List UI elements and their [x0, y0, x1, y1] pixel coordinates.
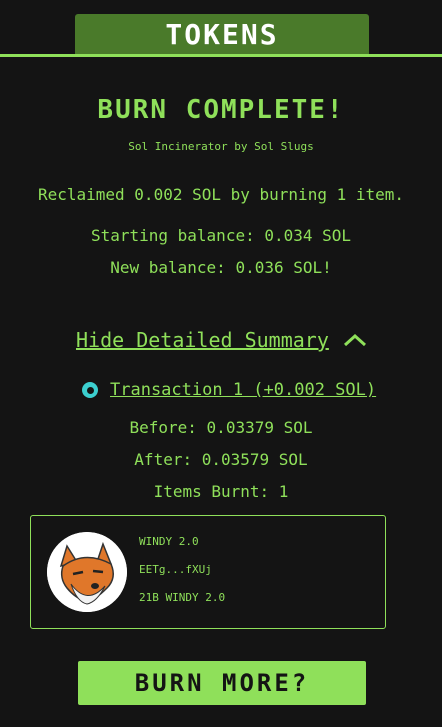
token-avatar	[47, 532, 127, 612]
page-title: BURN COMPLETE!	[97, 95, 345, 125]
before-balance: Before: 0.03379 SOL	[129, 418, 313, 437]
burn-more-label: BURN MORE?	[134, 669, 310, 697]
hide-summary-label: Hide Detailed Summary	[76, 328, 329, 352]
burn-more-button[interactable]: BURN MORE?	[78, 661, 366, 705]
after-balance: After: 0.03579 SOL	[134, 450, 308, 469]
starting-balance: Starting balance: 0.034 SOL	[90, 226, 352, 245]
tab-tokens-label: TOKENS	[165, 17, 279, 51]
fox-icon	[47, 532, 127, 612]
tab-tokens[interactable]: TOKENS	[75, 14, 369, 54]
transaction-link[interactable]: Transaction 1 (+0.002 SOL)	[110, 380, 376, 400]
transaction-row: Transaction 1 (+0.002 SOL)	[82, 380, 376, 400]
token-amount: 21B WINDY 2.0	[139, 591, 226, 604]
new-balance: New balance: 0.036 SOL!	[110, 258, 332, 277]
transaction-status-icon	[82, 382, 98, 398]
token-address: EETg...fXUj	[139, 563, 212, 576]
page-subtitle: Sol Incinerator by Sol Slugs	[128, 140, 314, 153]
items-burnt: Items Burnt: 1	[153, 482, 289, 501]
reclaimed-text: Reclaimed 0.002 SOL by burning 1 item.	[37, 185, 405, 204]
hide-summary-toggle[interactable]: Hide Detailed Summary	[76, 328, 367, 352]
header-divider	[0, 54, 442, 57]
token-name: WINDY 2.0	[139, 535, 199, 548]
chevron-up-icon	[343, 333, 366, 347]
token-card: WINDY 2.0 EETg...fXUj 21B WINDY 2.0	[30, 515, 386, 629]
